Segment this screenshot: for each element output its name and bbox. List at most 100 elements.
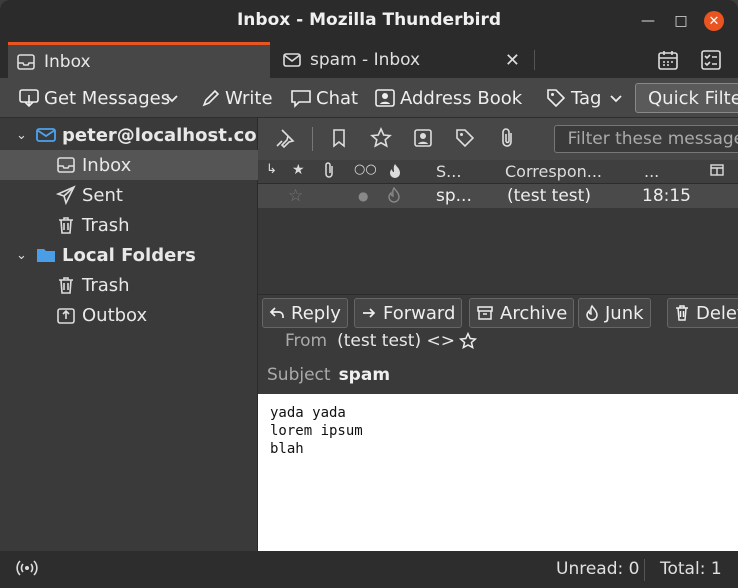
write-button[interactable]: Write	[201, 84, 273, 112]
pin-icon[interactable]	[274, 127, 296, 149]
message-header-pane: Reply Forward Archive Junk Delete From (…	[258, 294, 738, 394]
paper-plane-icon	[56, 185, 76, 205]
trash-icon	[59, 217, 73, 234]
get-messages-label: Get Messages	[44, 87, 171, 109]
attachment-column-icon[interactable]	[322, 162, 336, 184]
folder-trash[interactable]: Trash	[0, 210, 258, 240]
write-label: Write	[225, 87, 273, 109]
filter-messages-input[interactable]: Filter these messages	[554, 125, 738, 153]
folder-local-trash-label: Trash	[82, 274, 130, 296]
tab-inbox[interactable]: Inbox	[8, 42, 270, 78]
quick-filter-label: Quick Filter	[648, 87, 738, 109]
chat-icon	[291, 90, 311, 108]
close-window-button[interactable]: ✕	[704, 11, 724, 31]
subject-value: spam	[338, 365, 391, 385]
junk-column-icon[interactable]	[388, 162, 402, 184]
download-icon	[19, 89, 39, 108]
reply-button[interactable]: Reply	[262, 298, 348, 328]
tag-icon[interactable]	[454, 127, 476, 149]
main-toolbar: Get Messages Write Chat Address Book Tag…	[0, 78, 738, 118]
quick-filter-button[interactable]: Quick Filter	[635, 83, 738, 113]
forward-label: Forward	[383, 302, 456, 324]
column-subject[interactable]: S...	[436, 162, 461, 181]
star-icon[interactable]	[370, 127, 392, 149]
column-correspondents[interactable]: Correspon...	[505, 162, 602, 181]
column-date[interactable]: ...	[644, 162, 659, 181]
thread-column-icon[interactable]: ↳	[266, 162, 277, 177]
quick-filter-bar: Filter these messages	[258, 118, 738, 160]
folder-inbox[interactable]: Inbox	[0, 150, 258, 180]
read-column-icon[interactable]: ○○	[354, 162, 377, 177]
message-list-empty-area	[258, 208, 738, 294]
main-pane: Filter these messages ↳ ★ ○○ S... Corres…	[258, 118, 738, 551]
envelope-icon	[283, 53, 301, 67]
outbox-icon	[57, 308, 75, 324]
calendar-icon[interactable]	[656, 48, 680, 72]
window-title: Inbox - Mozilla Thunderbird	[236, 10, 502, 30]
chat-button[interactable]: Chat	[290, 84, 358, 112]
folder-pane: ⌄ peter@localhost.com Inbox Sent Trash ⌄…	[0, 118, 275, 551]
message-row[interactable]: ☆ ● sp... (test test) 18:15	[258, 184, 738, 208]
forward-button[interactable]: Forward	[354, 298, 463, 328]
message-list-header: ↳ ★ ○○ S... Correspon... ...	[258, 160, 738, 184]
column-picker-icon[interactable]	[710, 162, 724, 181]
folder-outbox-label: Outbox	[82, 304, 148, 326]
total-count: Total: 1	[660, 559, 722, 579]
folder-inbox-label: Inbox	[82, 154, 132, 176]
qf-divider	[312, 127, 313, 151]
address-book-button[interactable]: Address Book	[374, 84, 522, 112]
paperclip-icon[interactable]	[496, 127, 518, 149]
subject-label: Subject	[267, 365, 331, 385]
junk-label: Junk	[605, 302, 644, 324]
folder-local-trash[interactable]: Trash	[0, 270, 258, 300]
folder-outbox[interactable]: Outbox	[0, 300, 258, 330]
from-value[interactable]: (test test) <>	[337, 331, 455, 351]
star-icon[interactable]: ☆	[288, 186, 303, 206]
delete-label: Delete	[696, 302, 738, 324]
tabbar-divider	[534, 50, 535, 70]
from-label: From	[285, 331, 328, 351]
archive-button[interactable]: Archive	[469, 298, 575, 328]
body-line: lorem ipsum	[270, 423, 363, 439]
read-dot-icon[interactable]: ●	[358, 189, 368, 203]
close-tab-icon[interactable]: ✕	[505, 50, 520, 71]
archive-icon	[477, 306, 493, 320]
delete-button[interactable]: Delete	[667, 298, 738, 328]
folder-icon	[37, 249, 55, 262]
folder-sent-label: Sent	[82, 184, 123, 206]
account-local-folders[interactable]: ⌄ Local Folders	[0, 240, 258, 270]
unread-count: Unread: 0	[556, 559, 640, 579]
tab-bar: Inbox spam - Inbox ✕	[0, 42, 738, 78]
chevron-down-icon[interactable]: ⌄	[16, 128, 27, 143]
unread-bookmark-icon[interactable]	[328, 127, 350, 149]
contact-icon[interactable]	[412, 127, 434, 149]
junk-icon[interactable]	[386, 186, 402, 209]
tab-spam-label: spam - Inbox	[310, 50, 421, 70]
tab-spam-inbox[interactable]: spam - Inbox ✕	[272, 42, 532, 78]
message-time: 18:15	[642, 186, 691, 206]
tag-button[interactable]: Tag	[545, 84, 629, 112]
star-icon[interactable]	[458, 332, 477, 350]
reply-label: Reply	[291, 302, 341, 324]
search-icon	[561, 138, 562, 140]
account-name: peter@localhost.com	[62, 124, 276, 146]
archive-label: Archive	[500, 302, 568, 324]
star-column-icon[interactable]: ★	[292, 162, 305, 178]
junk-button[interactable]: Junk	[578, 298, 651, 328]
tag-label: Tag	[571, 87, 602, 109]
message-body[interactable]: yada yada lorem ipsum blah	[258, 394, 738, 551]
body-line: blah	[270, 441, 304, 457]
get-messages-button[interactable]: Get Messages	[18, 84, 170, 112]
inbox-icon	[57, 157, 75, 173]
online-status-icon[interactable]	[16, 559, 38, 582]
tasks-icon[interactable]	[699, 48, 723, 72]
maximize-button[interactable]: □	[671, 11, 691, 31]
folder-sent[interactable]: Sent	[0, 180, 258, 210]
get-messages-dropdown[interactable]	[163, 84, 185, 112]
chevron-down-icon[interactable]: ⌄	[16, 248, 27, 263]
account-peter[interactable]: ⌄ peter@localhost.com	[0, 120, 275, 150]
trash-icon	[59, 277, 73, 294]
flame-icon	[586, 304, 598, 321]
status-divider	[644, 559, 645, 581]
minimize-button[interactable]: —	[638, 11, 658, 31]
